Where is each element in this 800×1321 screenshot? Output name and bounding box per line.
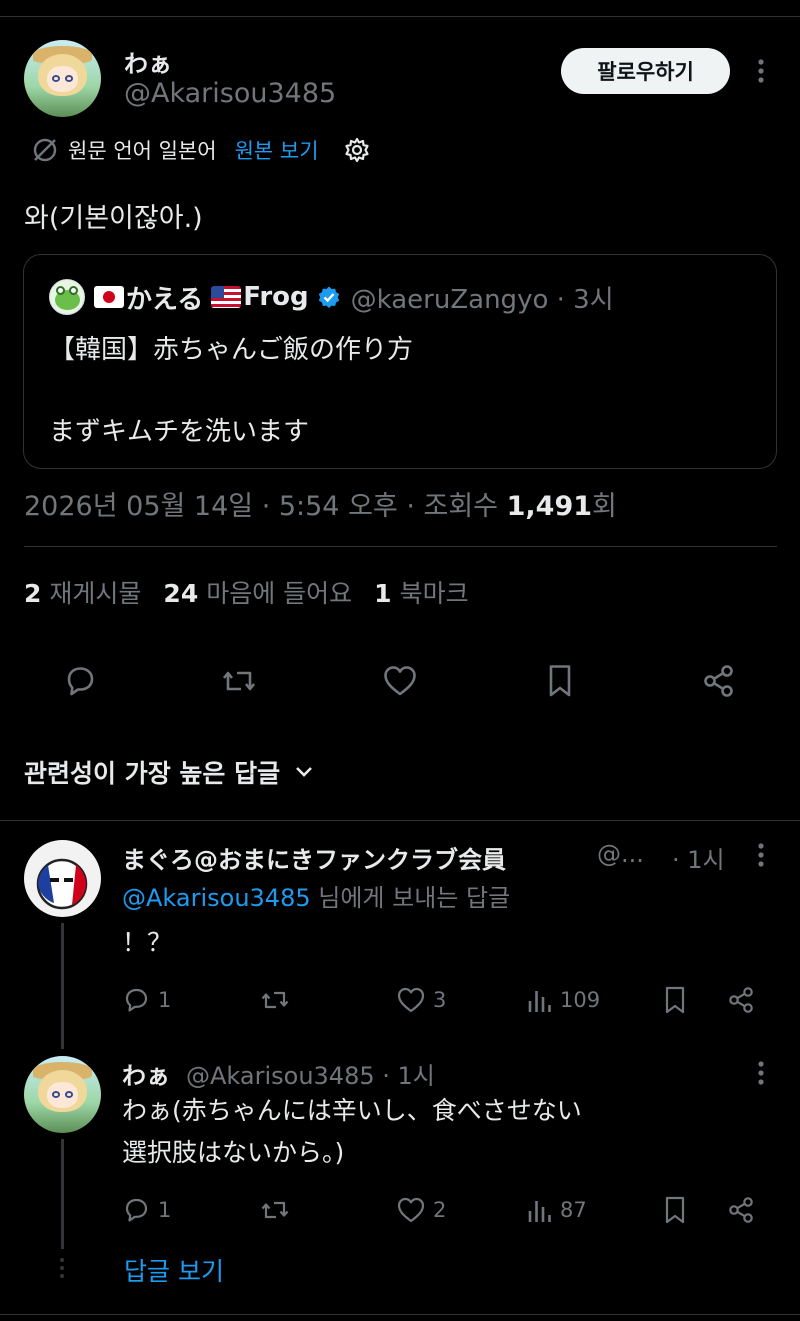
repost-icon[interactable] — [219, 661, 259, 701]
reply-repost-button[interactable] — [258, 985, 298, 1015]
reply-view-count: 87 — [560, 1198, 587, 1222]
replying-to-suffix: 님에게 보내는 답글 — [310, 884, 511, 912]
reply-reply-count: 1 — [158, 988, 172, 1012]
quoted-author-handle: @kaeruZangyo · 3시 — [350, 284, 614, 315]
bookmarks-stat[interactable]: 1 북마크 — [374, 574, 468, 610]
reply-sort-dropdown[interactable]: 관련성이 가장 높은 답글 — [24, 754, 314, 790]
reply-text: ！？ — [122, 928, 173, 957]
translate-icon — [30, 135, 60, 165]
reply-action-bar: 1 2 87 — [122, 1194, 762, 1226]
translation-settings-gear-icon[interactable] — [343, 136, 371, 164]
author-avatar[interactable] — [24, 40, 101, 117]
post-meta: 2026년 05월 14일 · 5:54 오후 · 조회수 1,491회 — [24, 484, 617, 523]
reply-like-count: 2 — [433, 1198, 447, 1222]
more-options-icon[interactable] — [750, 56, 772, 91]
reposts-stat[interactable]: 2 재게시물 — [24, 574, 141, 610]
top-divider — [0, 16, 800, 17]
reply-author-handle[interactable]: @Akarisou3485 · 1시 — [186, 1056, 435, 1091]
quoted-author-name-suffix: Frog — [243, 282, 309, 312]
reply-reply-button[interactable]: 1 — [122, 1195, 171, 1225]
divider — [24, 546, 777, 547]
view-replies-link[interactable]: 답글 보기 — [124, 1252, 224, 1288]
reply-like-button[interactable]: 3 — [395, 985, 446, 1015]
author-handle[interactable]: @Akarisou3485 — [124, 78, 336, 109]
divider — [0, 820, 800, 821]
reply-like-button[interactable]: 2 — [395, 1195, 446, 1225]
reply-views-button[interactable]: 109 — [526, 985, 600, 1015]
chevron-down-icon — [294, 765, 314, 779]
thread-continuation-dots — [60, 1258, 64, 1282]
quoted-text-line2: まずキムチを洗います — [49, 417, 310, 447]
reply-author-avatar[interactable] — [24, 1056, 101, 1133]
post-text: 와(기본이잖아.) — [24, 203, 203, 234]
divider — [0, 1314, 800, 1315]
reply-like-count: 3 — [433, 988, 447, 1012]
post-timestamp: 2026년 05월 14일 · 5:54 오후 · 조회수 — [24, 491, 507, 522]
reply-author-handle[interactable]: @... — [597, 840, 644, 868]
reply-author-avatar[interactable] — [24, 840, 101, 917]
reply-views-button[interactable]: 87 — [526, 1195, 587, 1225]
reply-repost-button[interactable] — [258, 1195, 298, 1225]
show-original-link[interactable]: 원본 보기 — [235, 135, 319, 165]
verified-badge-icon — [317, 285, 341, 309]
quoted-author-avatar — [49, 279, 85, 315]
quoted-author-name: かえる — [126, 284, 204, 315]
reply-share-button[interactable] — [726, 1195, 756, 1225]
share-icon[interactable] — [699, 661, 739, 701]
view-count-suffix: 회 — [592, 491, 617, 522]
replying-to-mention[interactable]: @Akarisou3485 — [122, 884, 311, 912]
replying-to: @Akarisou3485 님에게 보내는 답글 — [122, 878, 510, 913]
reply-text-line2: 選択肢はないから。) — [122, 1138, 345, 1167]
reply-author-name[interactable]: わぁ — [122, 1056, 170, 1091]
reply-timestamp: · 1시 — [672, 846, 725, 874]
reply-text-line1: わぁ(赤ちゃんには辛いし、食べさせない — [122, 1096, 582, 1125]
like-heart-icon[interactable] — [380, 661, 420, 701]
reply-share-button[interactable] — [726, 985, 756, 1015]
likes-stat[interactable]: 24 마음에 들어요 — [163, 574, 352, 610]
more-options-icon[interactable] — [750, 840, 772, 875]
thread-line — [61, 1139, 64, 1249]
reply-bookmark-button[interactable] — [662, 985, 688, 1015]
engagement-stats: 2 재게시물 24 마음에 들어요 1 북마크 — [24, 574, 469, 610]
author-name[interactable]: わぁ — [124, 44, 172, 79]
reply-bookmark-button[interactable] — [662, 1195, 688, 1225]
japan-flag-icon — [94, 286, 124, 308]
more-options-icon[interactable] — [750, 1058, 772, 1093]
thread-line — [61, 923, 64, 1049]
quoted-post[interactable]: かえる Frog @kaeruZangyo · 3시 【韓国】赤ちゃんご飯の作り… — [23, 254, 777, 469]
reply-reply-button[interactable]: 1 — [122, 985, 171, 1015]
us-flag-icon — [211, 286, 242, 308]
reply-view-count: 109 — [560, 988, 601, 1012]
view-count: 1,491 — [506, 491, 593, 522]
reply-action-bar: 1 3 109 — [122, 984, 762, 1016]
translation-bar: 원문 언어 일본어 원본 보기 — [30, 132, 371, 168]
quoted-author-row: かえる Frog @kaeruZangyo · 3시 — [94, 279, 614, 315]
reply-sort-label: 관련성이 가장 높은 답글 — [24, 759, 281, 788]
quoted-text-line1: 【韓国】赤ちゃんご飯の作り方 — [49, 335, 414, 365]
translate-language-label: 원문 언어 일본어 — [68, 139, 217, 163]
follow-button[interactable]: 팔로우하기 — [561, 48, 730, 94]
reply-author-name[interactable]: まぐろ@おまにきファンクラブ会員 — [122, 840, 506, 875]
reply-icon[interactable] — [60, 661, 100, 701]
bookmark-icon[interactable] — [540, 661, 580, 701]
reply-reply-count: 1 — [158, 1198, 172, 1222]
